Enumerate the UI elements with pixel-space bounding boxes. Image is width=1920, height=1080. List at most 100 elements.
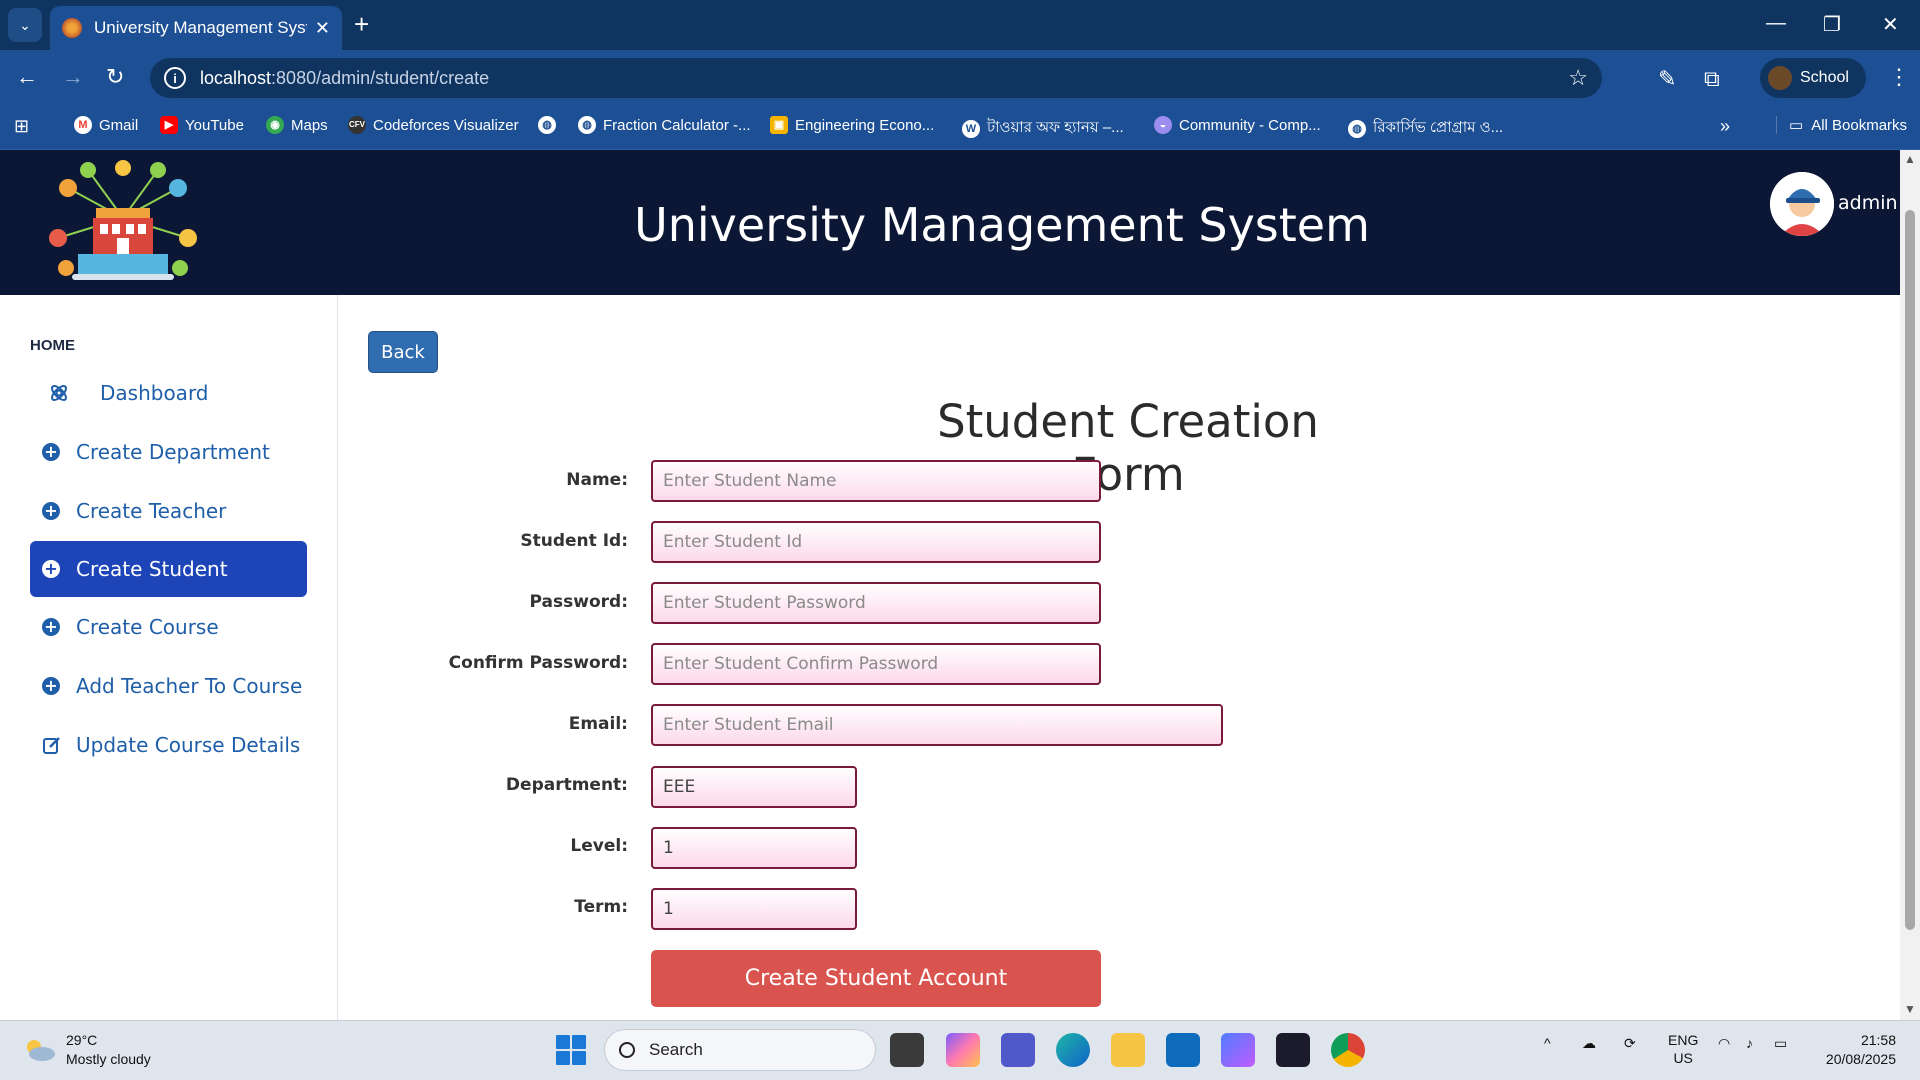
term-label: Term:	[574, 897, 628, 917]
name-input[interactable]	[651, 460, 1101, 502]
sidebar-item-label: Create Course	[76, 615, 219, 639]
bookmark-globe[interactable]: ◍	[538, 116, 563, 134]
teams-icon[interactable]	[1001, 1033, 1035, 1067]
name-label: Name:	[566, 470, 628, 490]
site-info-icon[interactable]: i	[164, 67, 186, 89]
bookmarks-overflow-icon[interactable]: »	[1720, 116, 1730, 137]
window-close-button[interactable]: ✕	[1882, 12, 1899, 37]
back-button[interactable]: Back	[368, 331, 438, 373]
student-id-input[interactable]	[651, 521, 1101, 563]
copilot-icon[interactable]	[946, 1033, 980, 1067]
level-input[interactable]	[651, 827, 857, 869]
all-bookmarks-button[interactable]: ▭ All Bookmarks	[1776, 116, 1907, 134]
reload-icon[interactable]: ↻	[106, 64, 124, 90]
new-tab-button[interactable]: +	[354, 10, 369, 38]
wifi-icon[interactable]: ◠	[1718, 1035, 1730, 1052]
department-label: Department:	[505, 775, 628, 795]
email-label: Email:	[568, 714, 628, 734]
bookmark-star-icon[interactable]: ☆	[1568, 65, 1588, 91]
bookmark-gmail[interactable]: M Gmail	[74, 116, 138, 134]
language-indicator[interactable]: ENG US	[1668, 1031, 1698, 1067]
bookmark-community[interactable]: ◒ Community - Comp...	[1154, 116, 1321, 134]
onedrive-icon[interactable]: ☁	[1582, 1035, 1596, 1052]
cloudy-weather-icon	[27, 1040, 55, 1061]
m365-icon[interactable]	[1221, 1033, 1255, 1067]
sidebar-heading: HOME	[30, 337, 75, 354]
tray-overflow-icon[interactable]: ^	[1544, 1035, 1551, 1051]
user-name: admin	[1838, 192, 1898, 214]
community-icon: ◒	[1154, 116, 1172, 134]
sidebar-item-label: Add Teacher To Course	[76, 674, 303, 698]
page-scrollbar[interactable]: ▲ ▼	[1900, 150, 1920, 1020]
site-favicon-icon	[62, 18, 82, 38]
chrome-icon[interactable]	[1331, 1033, 1365, 1067]
app-title: University Management System	[634, 198, 1370, 252]
plus-circle-icon: +	[42, 443, 60, 461]
clock-time: 21:58	[1860, 1032, 1896, 1048]
user-avatar[interactable]	[1770, 172, 1834, 236]
edit-icon	[43, 737, 60, 754]
outlook-icon[interactable]	[1166, 1033, 1200, 1067]
profile-name: School	[1800, 69, 1849, 86]
system-clock[interactable]: 21:58 20/08/2025	[1810, 1031, 1896, 1069]
bookmark-youtube[interactable]: ▶ YouTube	[160, 116, 244, 134]
taskbar-search-label: Search	[649, 1040, 703, 1059]
tab-title: University Management System	[94, 18, 307, 37]
sync-icon[interactable]: ⟳	[1624, 1035, 1636, 1052]
sidebar-item-label: Dashboard	[100, 381, 209, 405]
taskbar-search[interactable]: Search	[604, 1029, 876, 1071]
sidebar-item-create-department[interactable]: + Create Department	[30, 424, 307, 480]
intellij-icon[interactable]	[1276, 1033, 1310, 1067]
sidebar-item-add-teacher-to-course[interactable]: + Add Teacher To Course	[30, 658, 307, 714]
scroll-down-icon[interactable]: ▼	[1904, 1002, 1916, 1016]
scroll-up-icon[interactable]: ▲	[1904, 152, 1916, 166]
dashboard-icon	[51, 385, 67, 401]
profile-avatar	[1768, 66, 1792, 90]
sidebar-item-create-course[interactable]: + Create Course	[30, 599, 307, 655]
browser-tab[interactable]: University Management System ✕	[50, 6, 342, 50]
department-input[interactable]	[651, 766, 857, 808]
email-input[interactable]	[651, 704, 1223, 746]
bookmark-codeforces[interactable]: CFV Codeforces Visualizer	[348, 116, 519, 134]
volume-icon[interactable]: ♪	[1746, 1035, 1753, 1051]
forward-arrow-icon[interactable]: →	[62, 64, 84, 90]
weather-widget[interactable]: 29°C Mostly cloudy	[22, 1031, 151, 1069]
url-bar[interactable]: i localhost:8080/admin/student/create ☆	[150, 58, 1602, 98]
term-input[interactable]	[651, 888, 857, 930]
profile-button[interactable]: School	[1760, 58, 1866, 98]
bookmark-tower-of-hanoi[interactable]: W টাওয়ার অফ হ্যানয় –...	[962, 116, 1124, 141]
file-explorer-icon[interactable]	[1111, 1033, 1145, 1067]
battery-icon[interactable]: ▭	[1774, 1035, 1787, 1052]
confirm-password-input[interactable]	[651, 643, 1101, 685]
eyedropper-icon[interactable]: ✎	[1658, 66, 1676, 92]
tab-close-icon[interactable]: ✕	[315, 18, 330, 39]
sidebar-item-dashboard[interactable]: Dashboard	[30, 365, 307, 421]
sidebar-item-create-student[interactable]: + Create Student	[30, 541, 307, 597]
bookmark-engineering-econo[interactable]: ▣ Engineering Econo...	[770, 116, 934, 134]
bookmark-maps[interactable]: ◉ Maps	[266, 116, 328, 134]
restore-button[interactable]: ❐	[1823, 12, 1841, 37]
slides-icon: ▣	[770, 116, 788, 134]
address-bar-row: ← → ↻ i localhost:8080/admin/student/cre…	[0, 50, 1920, 106]
edge-icon[interactable]	[1056, 1033, 1090, 1067]
student-id-label: Student Id:	[520, 531, 628, 551]
password-input[interactable]	[651, 582, 1101, 624]
confirm-password-label: Confirm Password:	[448, 653, 628, 673]
back-arrow-icon[interactable]: ←	[16, 64, 38, 90]
tab-search-button[interactable]: ⌄	[8, 8, 42, 42]
sidebar-item-create-teacher[interactable]: + Create Teacher	[30, 483, 307, 539]
globe-icon: ◍	[1348, 119, 1366, 138]
create-student-account-button[interactable]: Create Student Account	[651, 950, 1101, 1007]
apps-grid-icon[interactable]: ⊞	[14, 116, 29, 137]
plus-circle-icon: +	[42, 560, 60, 578]
browser-menu-icon[interactable]: ⋮	[1888, 64, 1910, 90]
bookmark-fraction-calculator[interactable]: ◍ Fraction Calculator -...	[578, 116, 751, 134]
scroll-thumb[interactable]	[1905, 210, 1915, 930]
extensions-icon[interactable]: ⧉	[1704, 66, 1720, 92]
minimize-button[interactable]: —	[1766, 12, 1786, 35]
sidebar-item-update-course-details[interactable]: Update Course Details	[30, 717, 307, 773]
bookmark-recursive-program[interactable]: ◍ রিকার্সিভ প্রোগ্রাম ও...	[1348, 116, 1503, 141]
start-windows-icon[interactable]	[556, 1035, 586, 1065]
maps-icon: ◉	[266, 116, 284, 134]
task-view-icon[interactable]	[890, 1033, 924, 1067]
